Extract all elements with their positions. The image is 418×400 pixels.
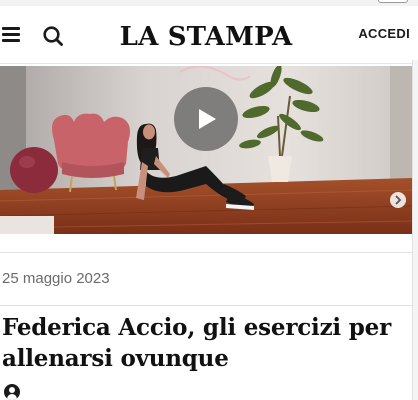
right-edge-panel xyxy=(412,60,418,400)
play-icon xyxy=(199,109,216,129)
user-avatar-icon[interactable] xyxy=(4,384,20,400)
article-date: 25 maggio 2023 xyxy=(2,270,110,287)
play-button[interactable] xyxy=(174,87,238,151)
chevron-right-icon xyxy=(395,195,402,205)
browser-indicator xyxy=(378,0,408,3)
site-header: LA STAMPA ACCEDI xyxy=(0,6,412,64)
article-title: Federica Accio, gli esercizi per allenar… xyxy=(2,314,392,372)
video-player[interactable] xyxy=(0,66,412,234)
next-button[interactable] xyxy=(390,192,406,208)
hamburger-menu-icon[interactable] xyxy=(2,27,20,43)
site-logo[interactable]: LA STAMPA xyxy=(104,20,308,54)
login-button[interactable]: ACCEDI xyxy=(358,26,410,41)
divider xyxy=(0,305,412,306)
search-icon[interactable] xyxy=(42,25,64,47)
divider xyxy=(0,252,412,253)
